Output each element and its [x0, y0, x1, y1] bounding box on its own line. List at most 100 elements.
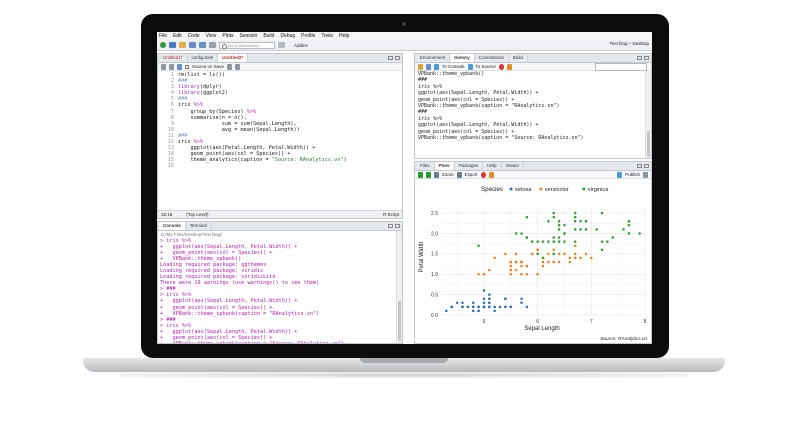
maximize-icon[interactable] [644, 56, 649, 60]
maximize-icon[interactable] [395, 56, 400, 60]
plots-pane: Files Plots Packages Help Viewer Zoom Ex… [414, 161, 652, 344]
menu-view[interactable]: View [206, 33, 217, 39]
save-icon[interactable] [177, 63, 182, 70]
minimize-icon[interactable] [637, 56, 642, 60]
data-point-virginica [541, 240, 545, 243]
history-search-input[interactable] [595, 62, 647, 71]
menu-debug[interactable]: Debug [280, 33, 295, 39]
back-arrow-icon[interactable] [161, 63, 166, 70]
menu-edit[interactable]: Edit [173, 33, 182, 39]
publish-button[interactable]: Publish [625, 172, 640, 177]
tab-terminal[interactable]: Terminal [186, 222, 212, 230]
to-source-button[interactable]: To Source [476, 64, 496, 69]
tab-untitled1[interactable]: Untitled1* [159, 54, 188, 62]
main-toolbar: Go to file/function Addins Test blog – D… [157, 40, 652, 51]
data-point-virginica [536, 252, 539, 256]
remove-plot-icon[interactable] [480, 171, 486, 178]
x-tick-label: 7 [590, 319, 593, 325]
next-plot-icon[interactable] [426, 171, 431, 178]
data-point-versicolor [584, 252, 588, 256]
code-editor[interactable]: 1 rm(list = ls()) 2 ### 3 library(dplyr) 4 libr… [158, 71, 402, 170]
data-point-versicolor [557, 260, 561, 264]
pane-window-controls [637, 164, 649, 168]
tab-files[interactable]: Files [416, 162, 435, 170]
tab-connections[interactable]: Connections [475, 54, 509, 62]
tab-viewer[interactable]: Viewer [502, 162, 525, 170]
tab-config[interactable]: config.toml [188, 54, 219, 62]
history-list[interactable]: VPBank::theme_vpbank() ### iris %>% ggplot(… [415, 71, 651, 141]
legend-key-versicolor [539, 187, 543, 191]
minimize-icon[interactable] [637, 164, 642, 168]
prev-plot-icon[interactable] [418, 171, 423, 178]
legend-label-setosa: setosa [515, 187, 532, 193]
wand-icon[interactable] [235, 63, 241, 70]
to-console-button[interactable]: To Console [442, 64, 465, 69]
tab-packages[interactable]: Packages [455, 162, 484, 170]
tab-build[interactable]: Build [509, 54, 528, 62]
save-icon[interactable] [426, 63, 431, 70]
data-point-versicolor [590, 256, 593, 260]
menu-tools[interactable]: Tools [321, 33, 333, 39]
broom-icon[interactable] [488, 171, 494, 178]
file-type-selector[interactable]: R Script [383, 212, 399, 217]
tab-plots[interactable]: Plots [434, 162, 455, 170]
save-icon[interactable] [189, 42, 196, 48]
search-icon[interactable] [227, 63, 233, 70]
console-tabs: Console Terminal [158, 222, 402, 231]
load-icon[interactable] [418, 63, 423, 70]
menu-plots[interactable]: Plots [222, 33, 233, 39]
save-all-icon[interactable] [199, 42, 206, 48]
tab-help[interactable]: Help [483, 162, 502, 170]
open-folder-icon[interactable] [179, 42, 186, 48]
history-scrollbar[interactable] [645, 71, 651, 158]
menu-profile[interactable]: Profile [301, 33, 315, 39]
console-scrollbar[interactable] [396, 231, 402, 343]
tab-history[interactable]: History [450, 54, 475, 62]
data-point-versicolor [514, 268, 518, 272]
data-point-versicolor [477, 272, 480, 276]
menu-file[interactable]: File [159, 33, 167, 39]
maximize-icon[interactable] [644, 164, 649, 168]
remove-icon[interactable] [498, 63, 504, 70]
data-point-setosa [504, 297, 507, 300]
data-point-virginica [573, 228, 577, 231]
source-on-save-checkbox[interactable] [185, 64, 189, 69]
data-point-virginica [514, 232, 518, 235]
code-text: iris %>% [178, 102, 203, 109]
broom-icon[interactable] [506, 63, 512, 70]
forward-arrow-icon[interactable] [169, 63, 174, 70]
menu-session[interactable]: Session [240, 33, 258, 39]
grid-icon[interactable] [278, 42, 285, 48]
refresh-icon[interactable] [643, 171, 648, 178]
scope-selector[interactable]: (Top Level) [186, 212, 208, 217]
laptop-notch [360, 358, 448, 363]
zoom-button[interactable]: Zoom [442, 172, 454, 177]
print-icon[interactable] [209, 42, 216, 48]
y-tick-label: 1.5 [431, 252, 438, 258]
data-point-setosa [471, 301, 475, 305]
data-point-setosa [482, 301, 486, 305]
data-point-setosa [455, 301, 459, 305]
console-output[interactable]: > iris %>% + ggplot(aes(Sepal.Length, Pet… [158, 238, 402, 343]
plot-points [445, 211, 641, 313]
menu-help[interactable]: Help [339, 33, 349, 39]
data-point-virginica [552, 252, 555, 256]
tab-untitled2[interactable]: Untitled2* [218, 54, 249, 62]
maximize-icon[interactable] [395, 224, 400, 228]
tab-console[interactable]: Console [159, 222, 186, 230]
x-tick-label: 5 [483, 319, 486, 325]
history-item[interactable]: VPBank::theme_vpbank(caption = "Source: … [418, 135, 651, 141]
code-text: library(dplyr) [178, 84, 222, 91]
tab-environment[interactable]: Environment [416, 54, 451, 62]
new-project-icon[interactable] [169, 42, 176, 48]
data-point-setosa [477, 305, 480, 309]
addins-button[interactable]: Addins [294, 43, 308, 48]
project-menu[interactable]: Test blog – Desktop [609, 41, 649, 46]
new-file-icon[interactable] [160, 42, 166, 48]
minimize-icon[interactable] [388, 224, 393, 228]
minimize-icon[interactable] [388, 56, 393, 60]
goto-file-input[interactable]: Go to file/function [219, 41, 275, 49]
menu-code[interactable]: Code [188, 33, 200, 39]
export-button[interactable]: Export [465, 172, 478, 177]
menu-build[interactable]: Build [263, 33, 274, 39]
